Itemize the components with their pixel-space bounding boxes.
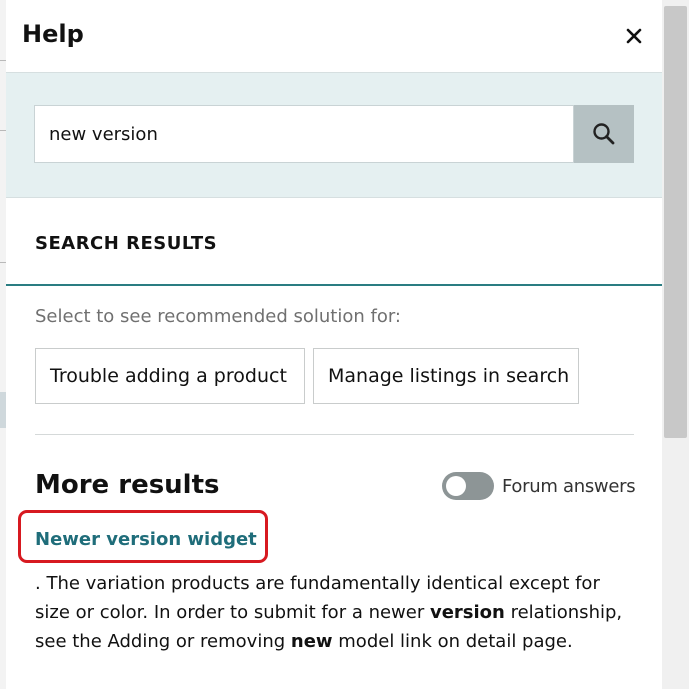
suggestion-chip-manage-listings[interactable]: Manage listings in search <box>313 348 579 404</box>
search-button[interactable] <box>574 105 634 163</box>
snippet-keyword: version <box>429 602 505 623</box>
recommendation-hint: Select to see recommended solution for: <box>35 306 401 327</box>
search-area <box>6 73 662 198</box>
search-icon <box>580 121 628 147</box>
forum-answers-label: Forum answers <box>502 476 636 497</box>
result-snippet: . The variation products are fundamental… <box>35 569 635 656</box>
panel-header: Help <box>6 0 662 73</box>
more-results-heading: More results <box>35 470 220 500</box>
snippet-keyword: new <box>290 631 333 652</box>
forum-answers-toggle[interactable] <box>442 472 494 500</box>
snippet-text: model link on detail page. <box>332 631 573 652</box>
help-panel: Help SEARCH RESULTS Select to see recomm… <box>6 0 662 689</box>
divider <box>35 434 634 435</box>
scrollbar-thumb[interactable] <box>664 6 687 438</box>
panel-title: Help <box>22 20 84 48</box>
search-input[interactable] <box>34 105 574 163</box>
close-icon[interactable] <box>622 24 646 48</box>
result-link[interactable]: Newer version widget <box>35 529 257 550</box>
section-divider <box>6 284 662 286</box>
toggle-knob <box>446 476 466 496</box>
search-results-heading: SEARCH RESULTS <box>35 233 218 254</box>
suggestion-chip-trouble-adding[interactable]: Trouble adding a product <box>35 348 305 404</box>
